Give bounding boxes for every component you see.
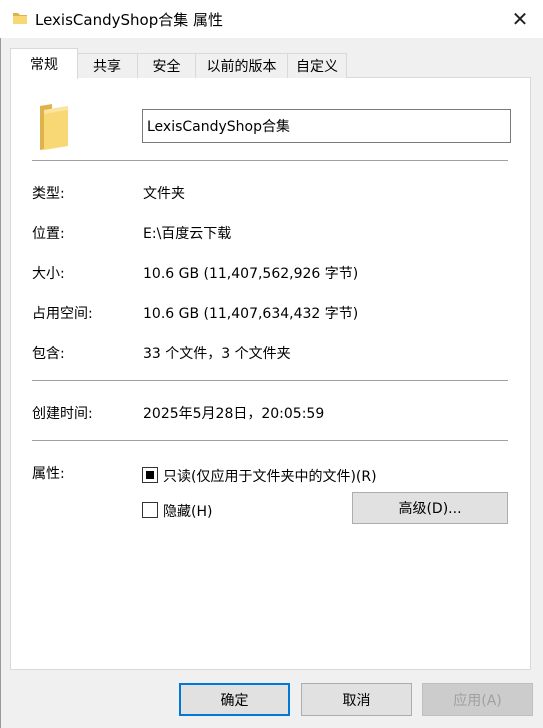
hidden-label[interactable]: 隐藏(H) xyxy=(163,501,212,521)
type-label: 类型: xyxy=(32,186,65,202)
size-label: 大小: xyxy=(32,266,65,282)
disk-size-label: 占用空间: xyxy=(32,306,93,322)
type-value: 文件夹 xyxy=(143,186,185,202)
contains-label: 包含: xyxy=(32,346,65,362)
size-value: 10.6 GB (11,407,562,926 字节) xyxy=(143,266,359,282)
divider xyxy=(32,440,508,441)
tab-customize[interactable]: 自定义 xyxy=(287,53,347,78)
location-value: E:\百度云下载 xyxy=(143,226,232,242)
folder-icon xyxy=(40,104,68,150)
tab-general[interactable]: 常规 xyxy=(10,48,78,79)
folder-name-input[interactable] xyxy=(142,109,511,143)
tab-panel-general xyxy=(10,77,531,670)
disk-size-value: 10.6 GB (11,407,634,432 字节) xyxy=(143,306,359,322)
ok-button[interactable]: 确定 xyxy=(179,683,290,716)
apply-button[interactable]: 应用(A) xyxy=(422,683,533,716)
title-bar: LexisCandyShop合集 属性 ✕ xyxy=(0,0,543,38)
close-icon: ✕ xyxy=(511,7,529,31)
cancel-button[interactable]: 取消 xyxy=(301,683,412,716)
created-label: 创建时间: xyxy=(32,406,93,422)
folder-icon xyxy=(13,13,27,24)
readonly-checkbox[interactable] xyxy=(142,467,158,483)
tab-previous-versions[interactable]: 以前的版本 xyxy=(195,53,288,78)
window-title: LexisCandyShop合集 属性 xyxy=(35,11,223,29)
contains-value: 33 个文件，3 个文件夹 xyxy=(143,346,291,362)
tab-sharing[interactable]: 共享 xyxy=(76,53,138,78)
hidden-checkbox[interactable] xyxy=(142,502,158,518)
readonly-label[interactable]: 只读(仅应用于文件夹中的文件)(R) xyxy=(163,466,377,486)
tab-security[interactable]: 安全 xyxy=(137,53,196,78)
divider xyxy=(32,380,508,381)
divider xyxy=(32,160,508,161)
close-button[interactable]: ✕ xyxy=(497,0,543,38)
attributes-label: 属性: xyxy=(32,466,65,482)
window-left-border xyxy=(0,38,1,728)
created-value: 2025年5月28日，20:05:59 xyxy=(143,406,325,422)
advanced-button[interactable]: 高级(D)... xyxy=(352,492,508,524)
location-label: 位置: xyxy=(32,226,65,242)
